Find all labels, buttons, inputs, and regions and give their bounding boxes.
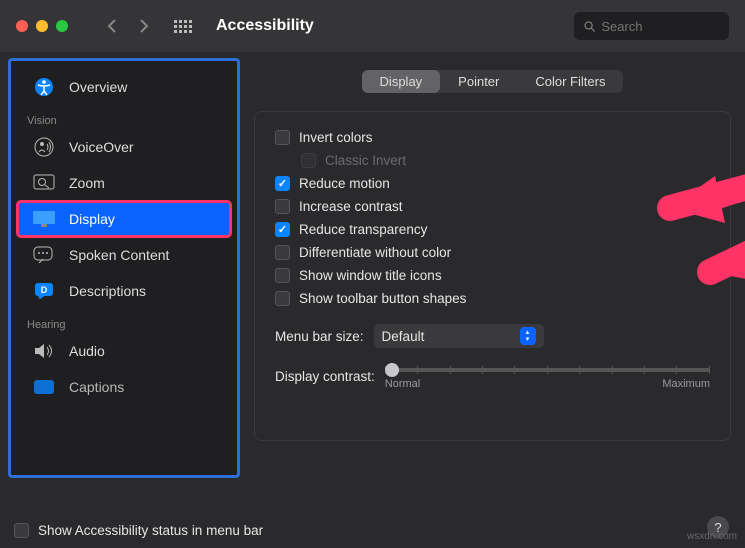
menu-bar-size-label: Menu bar size: (275, 329, 364, 344)
checkbox[interactable] (275, 199, 290, 214)
footer-label: Show Accessibility status in menu bar (38, 523, 263, 538)
fullscreen-window-button[interactable] (56, 20, 68, 32)
option-show-window-title-icons[interactable]: Show window title icons (275, 264, 710, 287)
sidebar-item-label: Captions (69, 379, 124, 395)
spoken-content-icon (31, 244, 57, 266)
search-icon (584, 20, 595, 33)
footer-option[interactable]: Show Accessibility status in menu bar (14, 523, 263, 538)
sidebar-item-voiceover[interactable]: VoiceOver (17, 129, 231, 165)
checkbox[interactable] (275, 130, 290, 145)
display-contrast-label: Display contrast: (275, 369, 375, 384)
sidebar-section-vision: Vision (11, 105, 237, 129)
sidebar-item-label: Descriptions (69, 283, 146, 299)
sidebar-item-captions[interactable]: Captions (17, 369, 231, 405)
checkbox[interactable] (275, 222, 290, 237)
checkbox[interactable] (275, 291, 290, 306)
window-controls (16, 20, 68, 32)
option-invert-colors[interactable]: Invert colors (275, 126, 710, 149)
display-contrast-slider[interactable] (385, 368, 710, 372)
sidebar-item-label: Zoom (69, 175, 105, 191)
sidebar-item-label: Audio (69, 343, 105, 359)
checkbox[interactable] (275, 268, 290, 283)
slider-min-label: Normal (385, 378, 420, 390)
svg-text:D: D (41, 285, 48, 295)
tab-pointer[interactable]: Pointer (440, 70, 517, 93)
display-icon (31, 208, 57, 230)
checkbox (301, 153, 316, 168)
checkbox[interactable] (275, 245, 290, 260)
voiceover-icon (31, 136, 57, 158)
option-label: Classic Invert (325, 153, 406, 168)
checkbox[interactable] (14, 523, 29, 538)
close-window-button[interactable] (16, 20, 28, 32)
sidebar-item-descriptions[interactable]: D Descriptions (17, 273, 231, 309)
select-value: Default (382, 329, 425, 344)
option-label: Differentiate without color (299, 245, 451, 260)
tab-display[interactable]: Display (362, 70, 441, 93)
sidebar-item-label: VoiceOver (69, 139, 134, 155)
captions-icon (31, 376, 57, 398)
slider-max-label: Maximum (662, 378, 710, 390)
sidebar-item-audio[interactable]: Audio (17, 333, 231, 369)
option-label: Increase contrast (299, 199, 403, 214)
sidebar-item-label: Overview (69, 79, 127, 95)
sidebar-item-label: Spoken Content (69, 247, 169, 263)
watermark: wsxdn.com (687, 531, 737, 542)
accessibility-icon (31, 76, 57, 98)
option-reduce-transparency[interactable]: Reduce transparency (275, 218, 710, 241)
menu-bar-size-row: Menu bar size: Default ▴▾ (275, 324, 710, 348)
sidebar-item-zoom[interactable]: Zoom (17, 165, 231, 201)
option-increase-contrast[interactable]: Increase contrast (275, 195, 710, 218)
minimize-window-button[interactable] (36, 20, 48, 32)
chevron-up-down-icon: ▴▾ (520, 327, 536, 345)
tab-color-filters[interactable]: Color Filters (517, 70, 623, 93)
option-label: Show toolbar button shapes (299, 291, 466, 306)
titlebar: Accessibility (0, 0, 745, 52)
display-contrast-row: Display contrast: Normal Maximum (275, 362, 710, 390)
tab-bar: Display Pointer Color Filters (362, 70, 624, 93)
menu-bar-size-select[interactable]: Default ▴▾ (374, 324, 544, 348)
option-differentiate-without-color[interactable]: Differentiate without color (275, 241, 710, 264)
sidebar-item-overview[interactable]: Overview (17, 69, 231, 105)
option-show-toolbar-button-shapes[interactable]: Show toolbar button shapes (275, 287, 710, 310)
checkbox[interactable] (275, 176, 290, 191)
option-label: Reduce motion (299, 176, 390, 191)
display-options-panel: Invert colors Classic Invert Reduce moti… (254, 111, 731, 441)
sidebar: Overview Vision VoiceOver Zoom Display S… (8, 58, 240, 478)
option-label: Show window title icons (299, 268, 442, 283)
forward-button[interactable] (130, 14, 158, 38)
search-field[interactable] (574, 12, 729, 40)
back-button[interactable] (98, 14, 126, 38)
zoom-icon (31, 172, 57, 194)
sidebar-section-hearing: Hearing (11, 309, 237, 333)
sidebar-item-spoken-content[interactable]: Spoken Content (17, 237, 231, 273)
page-title: Accessibility (216, 17, 314, 35)
sidebar-item-label: Display (69, 211, 115, 227)
nav-buttons (98, 14, 158, 38)
option-reduce-motion[interactable]: Reduce motion (275, 172, 710, 195)
audio-icon (31, 340, 57, 362)
main-panel: Display Pointer Color Filters Invert col… (240, 52, 745, 548)
option-classic-invert: Classic Invert (275, 149, 710, 172)
sidebar-item-display[interactable]: Display (17, 201, 231, 237)
descriptions-icon: D (31, 280, 57, 302)
option-label: Invert colors (299, 130, 373, 145)
show-all-icon[interactable] (174, 20, 192, 33)
slider-thumb[interactable] (385, 363, 399, 377)
search-input[interactable] (601, 19, 719, 34)
option-label: Reduce transparency (299, 222, 427, 237)
